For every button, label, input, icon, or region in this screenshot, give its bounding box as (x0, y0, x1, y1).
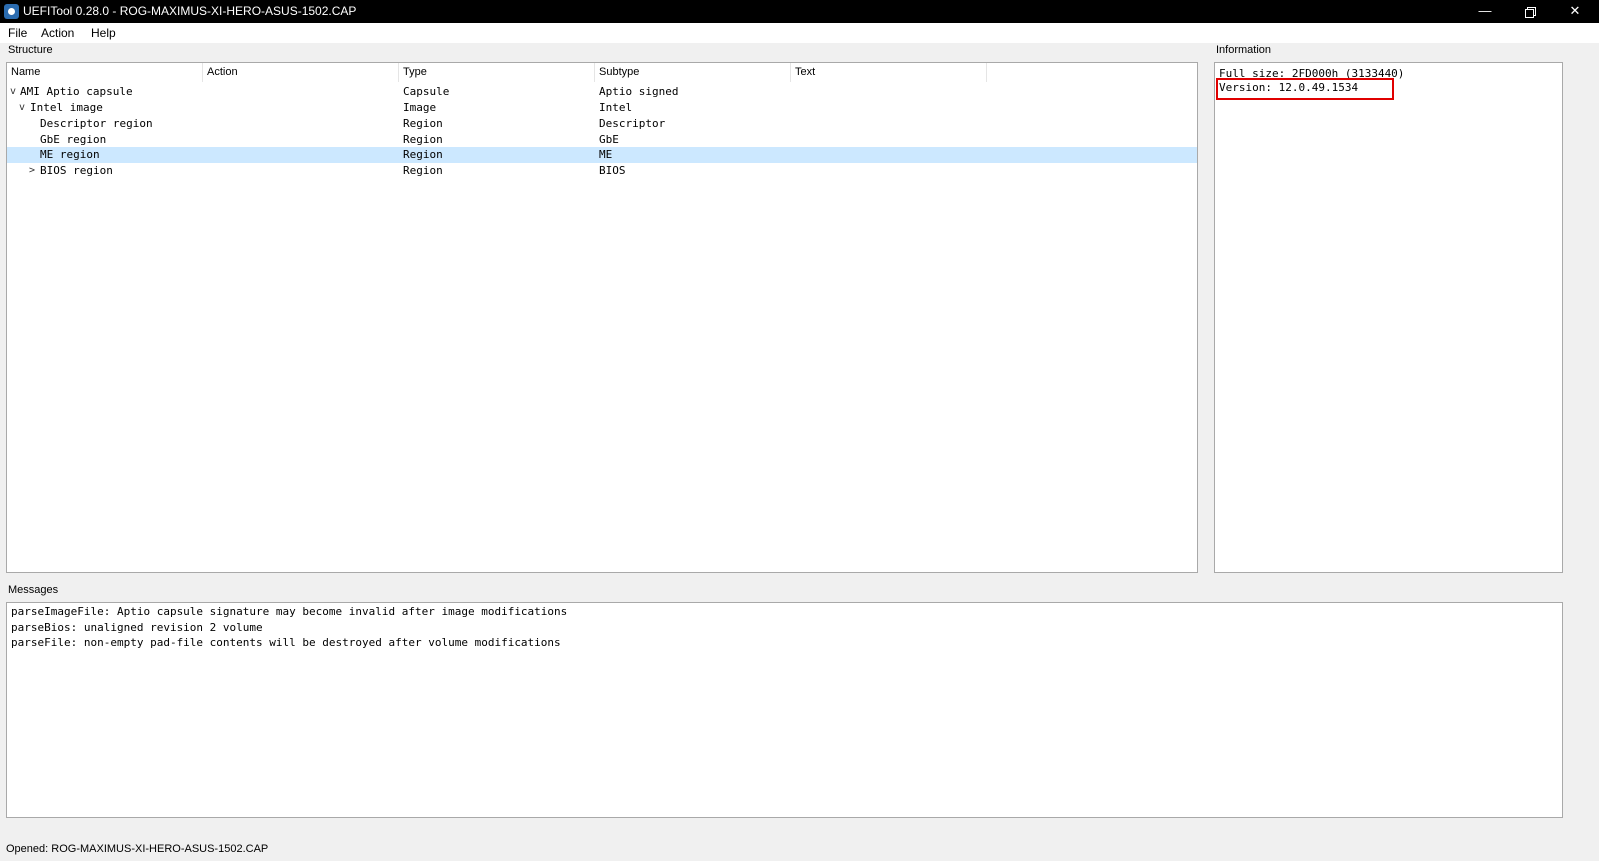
column-header-subtype[interactable]: Subtype (595, 63, 791, 82)
tree-row[interactable]: > BIOS region Region BIOS (7, 163, 1197, 179)
row-type: Region (403, 148, 443, 161)
row-name: ME region (40, 148, 100, 161)
tree-header: Name Action Type Subtype Text (7, 63, 1197, 82)
row-name: Descriptor region (40, 117, 153, 130)
structure-tree[interactable]: Name Action Type Subtype Text v AMI Apti… (6, 62, 1198, 573)
tree-row[interactable]: Descriptor region Region Descriptor (7, 116, 1197, 132)
version-highlight-annotation (1216, 78, 1394, 100)
message-line[interactable]: parseBios: unaligned revision 2 volume (11, 621, 263, 634)
message-line[interactable]: parseFile: non-empty pad-file contents w… (11, 636, 561, 649)
uefitool-app-icon[interactable] (4, 4, 19, 19)
row-subtype: Intel (599, 101, 633, 114)
messages-panel[interactable]: parseImageFile: Aptio capsule signature … (6, 602, 1563, 818)
menu-bar: File Action Help (0, 23, 1599, 43)
column-header-type[interactable]: Type (399, 63, 595, 82)
row-name: BIOS region (40, 164, 113, 177)
close-button[interactable]: ✕ (1553, 0, 1597, 23)
row-type: Region (403, 117, 443, 130)
tree-row-selected[interactable]: ME region Region ME (7, 147, 1197, 163)
row-subtype: Descriptor (599, 117, 666, 130)
tree-row[interactable]: v AMI Aptio capsule Capsule Aptio signed (7, 84, 1197, 100)
row-name: Intel image (30, 101, 103, 114)
column-header-name[interactable]: Name (7, 63, 203, 82)
column-header-action[interactable]: Action (203, 63, 399, 82)
menu-file[interactable]: File (8, 26, 27, 40)
restore-icon (1525, 7, 1536, 18)
row-name: GbE region (40, 133, 107, 146)
tree-row[interactable]: v Intel image Image Intel (7, 100, 1197, 116)
messages-label: Messages (8, 584, 59, 596)
menu-help[interactable]: Help (91, 26, 116, 40)
collapse-chevron-icon[interactable]: v (17, 100, 27, 116)
window-title: UEFITool 0.28.0 - ROG-MAXIMUS-XI-HERO-AS… (23, 4, 357, 18)
information-label: Information (1216, 44, 1272, 56)
row-subtype: GbE (599, 133, 619, 146)
row-subtype: BIOS (599, 164, 626, 177)
row-subtype: ME (599, 148, 613, 161)
restore-button[interactable] (1508, 0, 1552, 23)
expand-chevron-icon[interactable]: > (27, 163, 37, 179)
row-name: AMI Aptio capsule (20, 85, 133, 98)
row-type: Image (403, 101, 437, 114)
row-type: Region (403, 164, 443, 177)
information-text[interactable]: Full size: 2FD000h (3133440) Version: 12… (1214, 62, 1563, 573)
minimize-button[interactable]: — (1463, 0, 1507, 23)
row-type: Capsule (403, 85, 450, 98)
column-header-text[interactable]: Text (791, 63, 987, 82)
status-bar: Opened: ROG-MAXIMUS-XI-HERO-ASUS-1502.CA… (6, 843, 269, 855)
row-type: Region (403, 133, 443, 146)
menu-action[interactable]: Action (41, 26, 74, 40)
tree-row[interactable]: GbE region Region GbE (7, 132, 1197, 148)
row-subtype: Aptio signed (599, 85, 679, 98)
message-line[interactable]: parseImageFile: Aptio capsule signature … (11, 605, 567, 618)
structure-label: Structure (8, 44, 53, 56)
title-bar: UEFITool 0.28.0 - ROG-MAXIMUS-XI-HERO-AS… (0, 0, 1599, 23)
collapse-chevron-icon[interactable]: v (8, 84, 18, 100)
